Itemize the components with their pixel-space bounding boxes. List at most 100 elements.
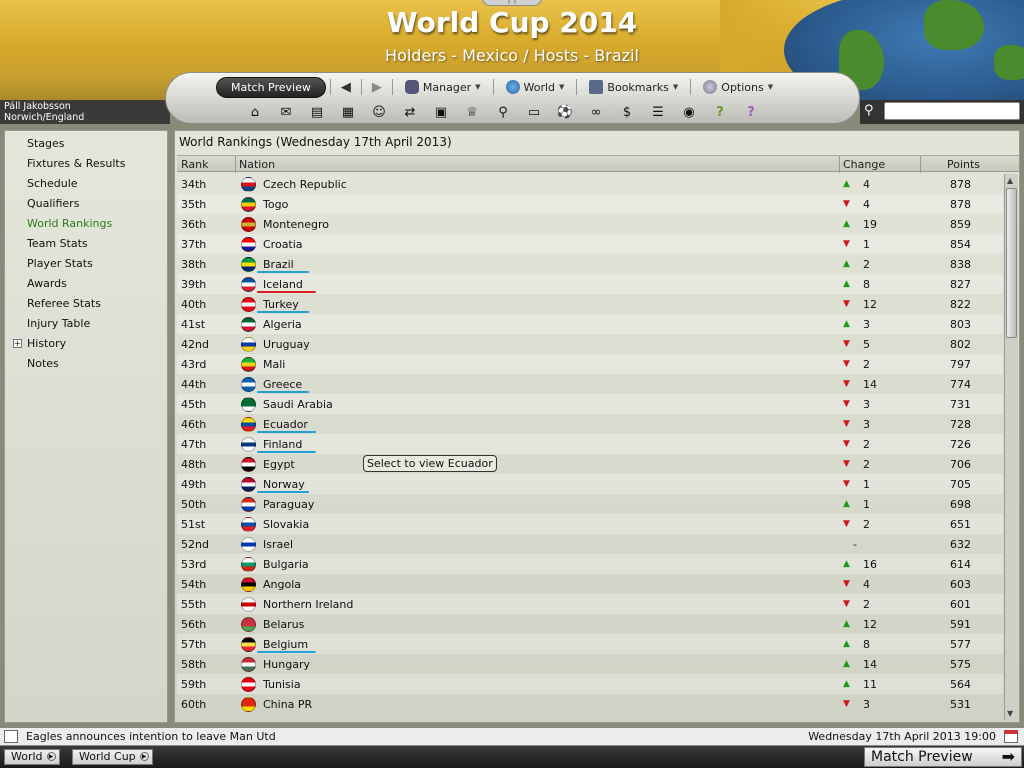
clipboard-icon[interactable]: ▭ xyxy=(523,103,545,121)
table-row[interactable]: 54th Angola ▼ 4 603 xyxy=(177,574,1003,594)
search-icon[interactable]: ⚲ xyxy=(864,103,874,118)
table-row[interactable]: 39th Iceland ▲ 8 827 xyxy=(177,274,1003,294)
sidebar-item-team-stats[interactable]: Team Stats xyxy=(27,237,88,250)
breadcrumb-world-cup[interactable]: World Cup ▶ xyxy=(72,749,153,765)
sidebar-item-world-rankings[interactable]: World Rankings xyxy=(27,217,112,230)
change-column-header[interactable]: Change xyxy=(843,158,885,171)
nation-link[interactable]: Paraguay xyxy=(263,498,314,511)
sidebar-item-notes[interactable]: Notes xyxy=(27,357,59,370)
table-row[interactable]: 59th Tunisia ▲ 11 564 xyxy=(177,674,1003,694)
scroll-down-icon[interactable]: ▼ xyxy=(1007,709,1013,718)
nation-link[interactable]: Northern Ireland xyxy=(263,598,353,611)
table-row[interactable]: 57th Belgium ▲ 8 577 xyxy=(177,634,1003,654)
manager-menu[interactable]: Manager ▼ xyxy=(397,77,489,97)
table-row[interactable]: 56th Belarus ▲ 12 591 xyxy=(177,614,1003,634)
scouting-icon[interactable]: ⚲ xyxy=(492,103,514,121)
scroll-up-icon[interactable]: ▲ xyxy=(1007,176,1013,185)
nation-column-header[interactable]: Nation xyxy=(239,158,275,171)
expand-history-icon[interactable]: + xyxy=(13,339,22,348)
nation-link[interactable]: Ecuador xyxy=(263,418,308,431)
nation-link[interactable]: Greece xyxy=(263,378,302,391)
options-menu[interactable]: Options ▼ xyxy=(695,77,781,97)
inbox-icon[interactable]: ✉ xyxy=(275,103,297,121)
news-icon[interactable]: ▤ xyxy=(306,103,328,121)
user-info[interactable]: Páll Jakobsson Norwich/England xyxy=(0,100,170,124)
table-row[interactable]: 40th Turkey ▼ 12 822 xyxy=(177,294,1003,314)
help-icon[interactable]: ? xyxy=(709,103,731,121)
table-row[interactable]: 49th Norway ▼ 1 705 xyxy=(177,474,1003,494)
binoculars-icon[interactable]: ∞ xyxy=(585,103,607,121)
calendar-small-icon[interactable] xyxy=(1004,730,1018,743)
nation-link[interactable]: Bulgaria xyxy=(263,558,309,571)
nation-link[interactable]: Mali xyxy=(263,358,285,371)
sidebar-item-fixtures-results[interactable]: Fixtures & Results xyxy=(27,157,125,170)
scroll-thumb[interactable] xyxy=(1006,188,1017,338)
nation-link[interactable]: Finland xyxy=(263,438,302,451)
sidebar-item-awards[interactable]: Awards xyxy=(27,277,67,290)
sidebar-item-player-stats[interactable]: Player Stats xyxy=(27,257,93,270)
transfers-icon[interactable]: ⇄ xyxy=(399,103,421,121)
calendar-icon[interactable]: ▦ xyxy=(337,103,359,121)
table-row[interactable]: 38th Brazil ▲ 2 838 xyxy=(177,254,1003,274)
nation-link[interactable]: Czech Republic xyxy=(263,178,347,191)
world-icon[interactable]: ◉ xyxy=(678,103,700,121)
nation-link[interactable]: Croatia xyxy=(263,238,303,251)
bookmarks-menu[interactable]: Bookmarks ▼ xyxy=(581,77,686,97)
nation-link[interactable]: Turkey xyxy=(263,298,299,311)
about-icon[interactable]: ? xyxy=(740,103,762,121)
training-icon[interactable]: ⚽ xyxy=(554,103,576,121)
nation-link[interactable]: Algeria xyxy=(263,318,302,331)
finances-icon[interactable]: $ xyxy=(616,103,638,121)
scrollbar[interactable]: ▲ ▼ xyxy=(1004,174,1018,720)
table-row[interactable]: 41st Algeria ▲ 3 803 xyxy=(177,314,1003,334)
table-row[interactable]: 42nd Uruguay ▼ 5 802 xyxy=(177,334,1003,354)
home-icon[interactable]: ⌂ xyxy=(244,103,266,121)
table-row[interactable]: 55th Northern Ireland ▼ 2 601 xyxy=(177,594,1003,614)
nation-link[interactable]: Saudi Arabia xyxy=(263,398,333,411)
world-menu[interactable]: World ▼ xyxy=(498,77,573,97)
table-row[interactable]: 44th Greece ▼ 14 774 xyxy=(177,374,1003,394)
table-row[interactable]: 53rd Bulgaria ▲ 16 614 xyxy=(177,554,1003,574)
notes-icon[interactable]: ☰ xyxy=(647,103,669,121)
nation-link[interactable]: Iceland xyxy=(263,278,303,291)
table-row[interactable]: 50th Paraguay ▲ 1 698 xyxy=(177,494,1003,514)
match-preview-button[interactable]: Match Preview xyxy=(216,76,326,98)
nation-link[interactable]: Hungary xyxy=(263,658,310,671)
forward-arrow-icon[interactable]: ▶ xyxy=(366,80,388,95)
squad-icon[interactable]: ☺ xyxy=(368,103,390,121)
table-row[interactable]: 48th Egypt ▼ 2 706 xyxy=(177,454,1003,474)
search-input[interactable] xyxy=(884,102,1020,120)
sidebar-item-schedule[interactable]: Schedule xyxy=(27,177,78,190)
table-row[interactable]: 35th Togo ▼ 4 878 xyxy=(177,194,1003,214)
nation-link[interactable]: Belarus xyxy=(263,618,304,631)
nation-link[interactable]: Tunisia xyxy=(263,678,301,691)
nation-link[interactable]: Egypt xyxy=(263,458,295,471)
table-row[interactable]: 36th Montenegro ▲ 19 859 xyxy=(177,214,1003,234)
back-arrow-icon[interactable]: ◀ xyxy=(335,80,357,95)
nation-link[interactable]: Togo xyxy=(263,198,288,211)
nation-link[interactable]: Slovakia xyxy=(263,518,309,531)
table-row[interactable]: 45th Saudi Arabia ▼ 3 731 xyxy=(177,394,1003,414)
sidebar-item-referee-stats[interactable]: Referee Stats xyxy=(27,297,101,310)
points-column-header[interactable]: Points xyxy=(947,158,980,171)
nation-link[interactable]: China PR xyxy=(263,698,312,711)
table-row[interactable]: 60th China PR ▼ 3 531 xyxy=(177,694,1003,714)
news-ticker-icon[interactable] xyxy=(4,730,18,743)
breadcrumb-world[interactable]: World ▶ xyxy=(4,749,60,765)
nation-link[interactable]: Uruguay xyxy=(263,338,310,351)
table-row[interactable]: 34th Czech Republic ▲ 4 878 xyxy=(177,174,1003,194)
sidebar-item-qualifiers[interactable]: Qualifiers xyxy=(27,197,79,210)
table-row[interactable]: 51st Slovakia ▼ 2 651 xyxy=(177,514,1003,534)
table-row[interactable]: 37th Croatia ▼ 1 854 xyxy=(177,234,1003,254)
continue-button[interactable]: Match Preview ➡ xyxy=(864,747,1022,767)
sidebar-item-stages[interactable]: Stages xyxy=(27,137,65,150)
trophy-icon[interactable]: ♕ xyxy=(461,103,483,121)
table-row[interactable]: 47th Finland ▼ 2 726 xyxy=(177,434,1003,454)
table-row[interactable]: 58th Hungary ▲ 14 575 xyxy=(177,654,1003,674)
table-row[interactable]: 46th Ecuador ▼ 3 728 xyxy=(177,414,1003,434)
tactics-icon[interactable]: ▣ xyxy=(430,103,452,121)
table-row[interactable]: 43rd Mali ▼ 2 797 xyxy=(177,354,1003,374)
nation-link[interactable]: Israel xyxy=(263,538,293,551)
nation-link[interactable]: Montenegro xyxy=(263,218,329,231)
nation-link[interactable]: Norway xyxy=(263,478,305,491)
